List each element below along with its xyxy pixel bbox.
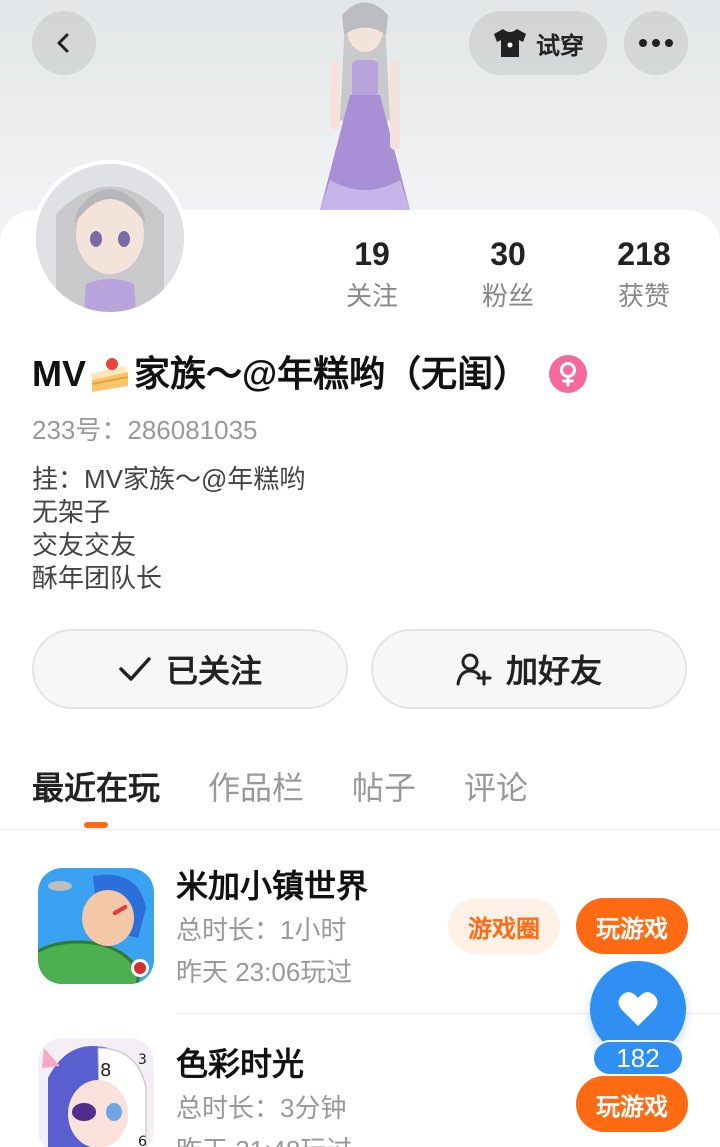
play-game-button[interactable]: 玩游戏 bbox=[576, 1076, 688, 1132]
game-circle-button[interactable]: 游戏圈 bbox=[448, 898, 560, 954]
tshirt-icon bbox=[494, 29, 526, 57]
followers-stat[interactable]: 30 粉丝 bbox=[448, 232, 568, 316]
game-last-played: 昨天 21:48玩过 bbox=[176, 1130, 352, 1147]
likes-received-label: 获赞 bbox=[617, 281, 670, 311]
chevron-left-icon bbox=[57, 33, 69, 53]
more-dots-icon bbox=[639, 39, 673, 47]
try-on-label: 试穿 bbox=[536, 32, 584, 60]
like-count: 182 bbox=[592, 1040, 684, 1076]
following-count: 19 bbox=[354, 236, 390, 272]
add-friend-button[interactable]: 加好友 bbox=[371, 629, 687, 709]
female-icon bbox=[560, 362, 577, 387]
svg-text:8: 8 bbox=[100, 1060, 111, 1081]
user-id: 233号：286081035 bbox=[32, 415, 258, 445]
svg-text:6: 6 bbox=[138, 1134, 147, 1147]
heart-icon bbox=[618, 992, 658, 1026]
try-on-button[interactable]: 试穿 bbox=[469, 11, 607, 75]
game-icon-color-time[interactable]: 8 3 6 bbox=[38, 1038, 154, 1147]
miga-town-app-icon bbox=[38, 868, 154, 984]
likes-stat[interactable]: 218 获赞 bbox=[584, 232, 704, 316]
followers-count: 30 bbox=[490, 236, 526, 272]
bio-line: 交友交友 bbox=[32, 530, 137, 560]
back-button[interactable] bbox=[32, 11, 96, 75]
avatar[interactable] bbox=[32, 160, 188, 316]
color-time-app-icon: 8 3 6 bbox=[38, 1038, 154, 1147]
tab-works[interactable]: 作品栏 bbox=[208, 766, 304, 810]
game-icon-miga-town[interactable] bbox=[38, 868, 154, 984]
svg-text:3: 3 bbox=[138, 1052, 147, 1068]
check-icon bbox=[119, 657, 151, 681]
more-options-button[interactable] bbox=[624, 11, 688, 75]
add-user-icon bbox=[456, 653, 492, 686]
tab-posts[interactable]: 帖子 bbox=[352, 766, 416, 810]
bio-line: 无架子 bbox=[32, 497, 111, 527]
followed-button[interactable]: 已关注 bbox=[32, 629, 348, 709]
tab-recently-played[interactable]: 最近在玩 bbox=[32, 766, 160, 810]
character-figure-illustration bbox=[320, 2, 410, 210]
game-last-played: 昨天 23:06玩过 bbox=[176, 957, 353, 987]
bio-line: 挂：MV家族～@年糕哟 bbox=[32, 464, 306, 494]
following-label: 关注 bbox=[345, 281, 398, 311]
bio: 挂：MV家族～@年糕哟 无架子 交友交友 酥年团队长 bbox=[32, 463, 305, 595]
bio-line: 酥年团队长 bbox=[32, 563, 163, 593]
game-title: 米加小镇世界 bbox=[176, 868, 369, 904]
followed-label: 已关注 bbox=[165, 653, 262, 689]
female-gender-badge bbox=[549, 355, 588, 393]
profile-name-prefix: MV bbox=[32, 353, 86, 394]
active-tab-indicator bbox=[84, 822, 108, 828]
game-duration: 总时长：3分钟 bbox=[176, 1093, 347, 1123]
cake-emoji-icon bbox=[90, 358, 129, 392]
profile-name: MV 家族～@年糕哟（无闺） bbox=[32, 350, 588, 398]
profile-name-suffix: 家族～@年糕哟（无闺） bbox=[134, 353, 530, 394]
play-game-button[interactable]: 玩游戏 bbox=[576, 898, 688, 954]
game-title: 色彩时光 bbox=[176, 1046, 305, 1082]
tab-comments[interactable]: 评论 bbox=[464, 766, 528, 810]
likes-received-count: 218 bbox=[617, 236, 671, 272]
following-stat[interactable]: 19 关注 bbox=[312, 232, 432, 316]
add-friend-label: 加好友 bbox=[505, 653, 602, 689]
game-duration: 总时长：1小时 bbox=[176, 915, 347, 945]
profile-tabs: 最近在玩 作品栏 帖子 评论 bbox=[0, 760, 720, 830]
avatar-illustration bbox=[36, 164, 184, 312]
followers-label: 粉丝 bbox=[481, 281, 534, 311]
